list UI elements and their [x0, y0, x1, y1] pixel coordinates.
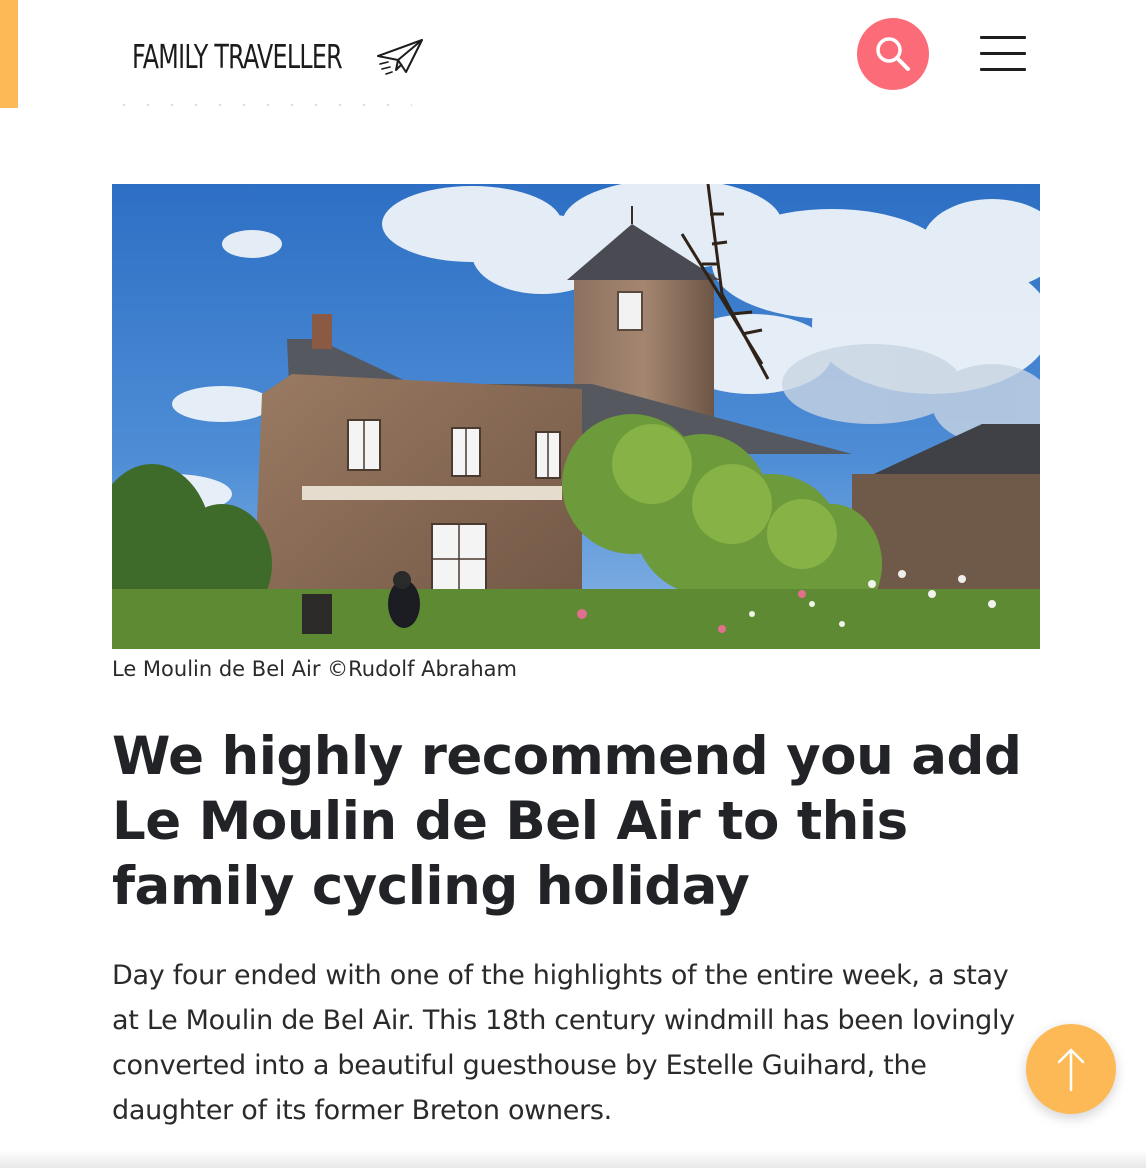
search-button[interactable]	[857, 18, 929, 90]
bottom-edge-shadow	[0, 1150, 1146, 1168]
scroll-to-top-button[interactable]	[1026, 1024, 1116, 1114]
hamburger-menu-icon	[980, 36, 1026, 39]
arrow-up-icon	[1057, 1048, 1085, 1092]
logo-text: FAMILY TRAVELLER	[132, 36, 343, 76]
hamburger-line	[980, 52, 1026, 55]
site-header: FAMILY TRAVELLER	[0, 0, 1146, 108]
article-paragraph: Day four ended with one of the highlight…	[112, 960, 1015, 1126]
hamburger-menu-button[interactable]	[980, 36, 1026, 72]
article-heading: We highly recommend you add Le Moulin de…	[112, 726, 1022, 917]
hamburger-line	[980, 68, 1026, 71]
image-caption: Le Moulin de Bel Air ©Rudolf Abraham	[112, 657, 517, 681]
faded-breadcrumb	[112, 102, 412, 108]
hero-image	[112, 184, 1040, 649]
search-icon	[876, 37, 910, 71]
site-logo[interactable]: FAMILY TRAVELLER	[132, 34, 468, 78]
paper-plane-icon	[377, 39, 423, 75]
